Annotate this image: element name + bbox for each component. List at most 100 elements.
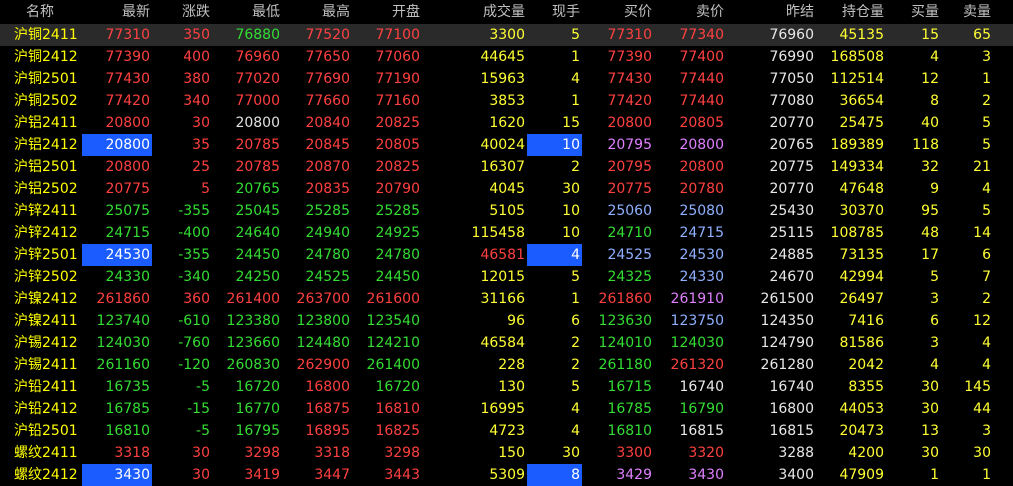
quote-row[interactable]: 沪铝2411 20800 30 20800 20840 20825 1620 15 20800 2… xyxy=(0,112,1013,134)
quote-high: 20840 xyxy=(305,115,350,131)
quote-current-hand: 6 xyxy=(571,313,580,329)
quote-row[interactable]: 沪锌2412 24715 -400 24640 24940 24925 115458 10 24… xyxy=(0,222,1013,244)
quote-row[interactable]: 沪铅2412 16785 -15 16770 16875 16810 16995 4 16785… xyxy=(0,398,1013,420)
quote-bid-qty: 5 xyxy=(930,269,939,285)
quote-row[interactable]: 沪镍2412 261860 360 261400 263700 261600 31166 1 2… xyxy=(0,288,1013,310)
quote-current-hand: 1 xyxy=(571,49,580,65)
quote-bid-qty: 118 xyxy=(912,137,939,153)
quote-current-hand: 30 xyxy=(562,181,580,197)
quote-row[interactable]: 沪铝2412 20800 35 20785 20845 20805 40024 10 20795… xyxy=(0,134,1013,156)
quote-row[interactable]: 沪镍2411 123740 -610 123380 123800 123540 96 6 123… xyxy=(0,310,1013,332)
quote-open: 20790 xyxy=(375,181,420,197)
col-header-current-hand[interactable]: 现手 xyxy=(527,0,582,24)
col-header-bid[interactable]: 买价 xyxy=(582,0,654,24)
quote-last: 20800 xyxy=(105,159,150,175)
quote-row[interactable]: 沪锌2501 24530 -355 24450 24780 24780 46581 4 2452… xyxy=(0,244,1013,266)
quote-low: 77020 xyxy=(235,71,280,87)
quote-open-interest: 20473 xyxy=(839,423,884,439)
col-header-change[interactable]: 涨跌 xyxy=(152,0,212,24)
quote-change: -15 xyxy=(187,401,210,417)
quote-ask-qty: 3 xyxy=(982,423,991,439)
quote-volume: 96 xyxy=(507,313,525,329)
quote-row[interactable]: 沪铅2501 16810 -5 16795 16895 16825 4723 4 16810 16… xyxy=(0,420,1013,442)
quote-name: 沪锌2412 xyxy=(14,225,78,241)
col-header-prev-settle[interactable]: 昨结 xyxy=(726,0,816,24)
quote-current-hand: 30 xyxy=(562,445,580,461)
quote-bid: 20795 xyxy=(607,137,652,153)
quote-row[interactable]: 沪锌2411 25075 -355 25045 25285 25285 5105 10 2506… xyxy=(0,200,1013,222)
quote-high: 24940 xyxy=(305,225,350,241)
quote-prev-settle: 16815 xyxy=(769,423,814,439)
quote-change: 35 xyxy=(192,137,210,153)
quote-open-interest: 36654 xyxy=(839,93,884,109)
quote-name: 沪铝2411 xyxy=(14,115,78,131)
quote-row[interactable]: 沪铝2502 20775 5 20765 20835 20790 4045 30 20775 20… xyxy=(0,178,1013,200)
quote-row[interactable]: 沪铜2502 77420 340 77000 77660 77160 3853 1 77420 7… xyxy=(0,90,1013,112)
quote-ask-qty: 44 xyxy=(973,401,991,417)
quote-bid-qty: 4 xyxy=(930,49,939,65)
quote-bid: 20800 xyxy=(607,115,652,131)
quote-volume: 115458 xyxy=(471,225,525,241)
quote-open: 24450 xyxy=(375,269,420,285)
quote-open: 16825 xyxy=(375,423,420,439)
col-header-ask[interactable]: 卖价 xyxy=(654,0,726,24)
col-header-low[interactable]: 最低 xyxy=(212,0,282,24)
quote-open: 24780 xyxy=(375,247,420,263)
quote-high: 3318 xyxy=(314,445,350,461)
quote-bid-qty: 17 xyxy=(921,247,939,263)
col-header-open[interactable]: 开盘 xyxy=(352,0,422,24)
quote-volume: 228 xyxy=(498,357,525,373)
quote-last: 3318 xyxy=(114,445,150,461)
quote-bid: 24325 xyxy=(607,269,652,285)
quote-current-hand: 2 xyxy=(571,159,580,175)
quote-low: 77000 xyxy=(235,93,280,109)
quote-change: -5 xyxy=(196,379,210,395)
col-header-open-interest[interactable]: 持仓量 xyxy=(816,0,886,24)
quote-last: 24330 xyxy=(105,269,150,285)
col-header-bid-qty[interactable]: 买量 xyxy=(886,0,941,24)
quote-row[interactable]: 螺纹2411 3318 30 3298 3318 3298 150 30 3300 3320 328… xyxy=(0,442,1013,464)
quote-prev-settle: 20770 xyxy=(769,115,814,131)
quote-bid-qty: 6 xyxy=(930,313,939,329)
quote-row[interactable]: 沪锡2411 261160 -120 260830 262900 261400 228 2 26… xyxy=(0,354,1013,376)
quote-ask-qty: 5 xyxy=(982,115,991,131)
quote-row[interactable]: 沪铜2412 77390 400 76960 77650 77060 44645 1 77390… xyxy=(0,46,1013,68)
quote-prev-settle: 20775 xyxy=(769,159,814,175)
quote-volume: 12015 xyxy=(480,269,525,285)
col-header-last[interactable]: 最新 xyxy=(82,0,152,24)
quote-bid: 77310 xyxy=(607,27,652,43)
quote-volume: 46584 xyxy=(480,335,525,351)
quote-prev-settle: 24885 xyxy=(769,247,814,263)
quote-bid: 3429 xyxy=(616,467,652,483)
quote-high: 24780 xyxy=(305,247,350,263)
quote-low: 25045 xyxy=(235,203,280,219)
quote-row[interactable]: 沪铝2501 20800 25 20785 20870 20825 16307 2 20795 2… xyxy=(0,156,1013,178)
quote-bid: 77430 xyxy=(607,71,652,87)
quote-row[interactable]: 沪铅2411 16735 -5 16720 16800 16720 130 5 16715 167… xyxy=(0,376,1013,398)
quote-name: 沪锌2502 xyxy=(14,269,78,285)
quote-open-interest: 2042 xyxy=(848,357,884,373)
col-header-ask-qty[interactable]: 卖量 xyxy=(941,0,993,24)
quote-open-interest: 30370 xyxy=(839,203,884,219)
quote-ask-qty: 1 xyxy=(982,71,991,87)
quote-last: 16785 xyxy=(105,401,150,417)
quote-row[interactable]: 沪锌2502 24330 -340 24250 24525 24450 12015 5 2432… xyxy=(0,266,1013,288)
quote-prev-settle: 77080 xyxy=(769,93,814,109)
quote-volume: 15963 xyxy=(480,71,525,87)
quote-open-interest: 26497 xyxy=(839,291,884,307)
quote-row[interactable]: 沪铜2411 77310 350 76880 77520 77100 3300 5 77310 7… xyxy=(0,24,1013,46)
quote-row[interactable]: 沪铜2501 77430 380 77020 77690 77190 15963 4 77430… xyxy=(0,68,1013,90)
col-header-name[interactable]: 名称 xyxy=(0,0,82,24)
quote-board: 名称 最新 涨跌 最低 最高 开盘 成交量 现手 买价 卖价 昨结 持仓量 买量… xyxy=(0,0,1013,486)
quote-ask: 124030 xyxy=(670,335,724,351)
quote-low: 76880 xyxy=(235,27,280,43)
quote-low: 20785 xyxy=(235,137,280,153)
col-header-high[interactable]: 最高 xyxy=(282,0,352,24)
quote-open: 20825 xyxy=(375,115,420,131)
quote-open-interest: 8355 xyxy=(848,379,884,395)
quote-high: 77520 xyxy=(305,27,350,43)
quote-ask: 20780 xyxy=(679,181,724,197)
quote-row[interactable]: 螺纹2412 3430 30 3419 3447 3443 5309 8 3429 3430 340… xyxy=(0,464,1013,486)
col-header-volume[interactable]: 成交量 xyxy=(422,0,527,24)
quote-row[interactable]: 沪锡2412 124030 -760 123660 124480 124210 46584 2… xyxy=(0,332,1013,354)
